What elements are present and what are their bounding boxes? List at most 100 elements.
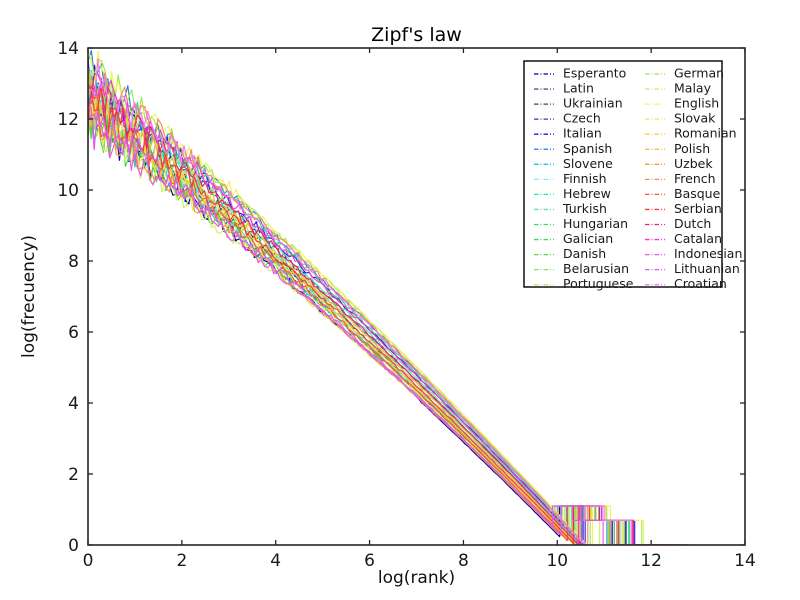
legend-label: Hebrew [563, 186, 611, 201]
series-marker [159, 150, 161, 152]
y-tick-label: 0 [68, 536, 79, 556]
x-tick-label: 4 [270, 551, 281, 571]
series-marker [284, 263, 286, 265]
legend-label: Lithuanian [674, 261, 740, 276]
series-marker [146, 157, 148, 159]
series-marker [286, 273, 288, 275]
series-marker [188, 166, 190, 168]
series-marker [188, 189, 190, 191]
series-marker [147, 154, 149, 156]
series-marker [255, 221, 257, 223]
series-marker [190, 149, 192, 151]
x-tick-label: 6 [364, 551, 375, 571]
series-marker [143, 125, 145, 127]
series-marker [90, 61, 92, 63]
series-marker [140, 112, 142, 114]
series-marker [218, 181, 220, 183]
series-marker [189, 195, 191, 197]
series-marker [169, 190, 171, 192]
series-marker [235, 239, 237, 241]
series-marker [234, 230, 236, 232]
legend-label: Danish [563, 246, 606, 261]
series-marker [119, 149, 121, 151]
series-marker [297, 292, 299, 294]
y-tick-label: 14 [57, 39, 79, 59]
series-marker [139, 118, 141, 120]
series-marker [157, 138, 159, 140]
series-marker [144, 106, 146, 108]
series-marker [201, 205, 203, 207]
series-marker [189, 193, 191, 195]
y-tick-label: 10 [57, 181, 79, 201]
series-marker [176, 198, 178, 200]
series-marker [147, 118, 149, 120]
series-marker [228, 181, 230, 183]
series-marker [281, 263, 283, 265]
series-marker [156, 141, 158, 143]
series-marker [182, 159, 184, 161]
series-marker [166, 152, 168, 154]
series-marker [293, 265, 295, 267]
legend-label: Uzbek [674, 156, 713, 171]
legend-label: German [674, 66, 724, 81]
legend-label: Basque [674, 186, 721, 201]
series-marker [229, 197, 231, 199]
y-tick-label: 4 [68, 394, 79, 414]
series-marker [248, 246, 250, 248]
series-marker [188, 202, 190, 204]
series-marker [180, 162, 182, 164]
series-marker [210, 188, 212, 190]
chart-legend[interactable]: EsperantoLatinUkrainianCzechItalianSpani… [524, 61, 742, 291]
series-marker [138, 163, 140, 165]
legend-label: Ukrainian [563, 96, 623, 111]
legend-label: Romanian [674, 126, 737, 141]
series-marker [100, 68, 102, 70]
series-marker [290, 260, 292, 262]
series-marker [294, 271, 296, 273]
series-marker [112, 118, 114, 120]
legend-label: Turkish [562, 201, 607, 216]
series-marker [222, 180, 224, 182]
series-marker [282, 253, 284, 255]
series-marker [153, 177, 155, 179]
series-marker [272, 247, 274, 249]
y-tick-label: 8 [68, 252, 79, 272]
series-marker [97, 84, 99, 86]
y-axis-title: log(frecuency) [19, 235, 39, 358]
series-marker [130, 126, 132, 128]
legend-label: Polish [674, 141, 710, 156]
series-marker [183, 191, 185, 193]
series-marker [250, 212, 252, 214]
series-marker [170, 132, 172, 134]
legend-label: Spanish [563, 141, 612, 156]
series-marker [303, 278, 305, 280]
series-marker [155, 176, 157, 178]
series-marker [142, 130, 144, 132]
series-marker [128, 138, 130, 140]
legend-label: Esperanto [563, 66, 626, 81]
series-marker [266, 230, 268, 232]
series-marker [123, 96, 125, 98]
series-marker [109, 145, 111, 147]
x-tick-label: 8 [458, 551, 469, 571]
series-marker [187, 182, 189, 184]
series-marker [90, 102, 92, 104]
legend-label: English [674, 96, 719, 111]
series-marker [183, 182, 185, 184]
legend-label: Indonesian [674, 246, 742, 261]
series-marker [277, 248, 279, 250]
series-marker [97, 51, 99, 53]
legend-label: Malay [674, 81, 712, 96]
legend-label: Italian [563, 126, 602, 141]
series-marker [228, 204, 230, 206]
series-marker [111, 71, 113, 73]
series-marker [97, 109, 99, 111]
series-marker [150, 170, 152, 172]
legend-label: Belarusian [563, 261, 629, 276]
series-marker [272, 229, 274, 231]
legend-label: Croatian [674, 276, 727, 291]
series-marker [207, 203, 209, 205]
x-axis-title: log(rank) [378, 568, 455, 588]
series-marker [228, 231, 230, 233]
series-marker [297, 274, 299, 276]
